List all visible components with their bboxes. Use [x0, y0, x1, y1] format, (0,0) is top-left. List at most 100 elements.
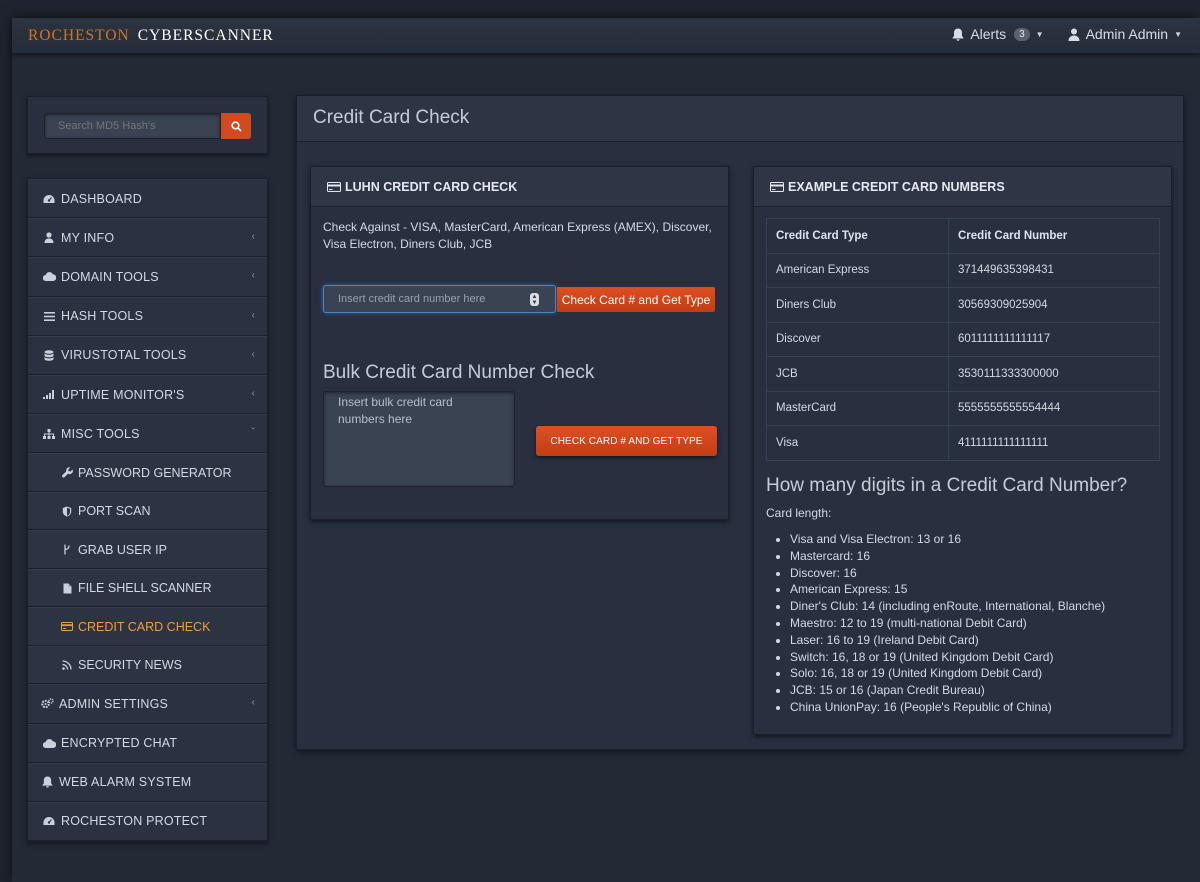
luhn-description: Check Against - VISA, MasterCard, Americ… [323, 220, 712, 251]
database-icon [42, 350, 56, 361]
sidebar-item-label: UPTIME MONITOR'S [61, 387, 185, 402]
card-length-label: Card length: [766, 506, 832, 520]
sidebar-item-web-alarm-system[interactable]: WEB ALARM SYSTEM [28, 762, 267, 802]
sidebar-item-file-shell-scanner[interactable]: FILE SHELL SCANNER [28, 568, 267, 608]
list-item: Diner's Club: 14 (including enRoute, Int… [790, 598, 1105, 615]
brand-rocheston: ROCHESTON [28, 27, 130, 44]
table-row: MasterCard 5555555555554444 [766, 390, 1160, 426]
sidebar-item-hash-tools[interactable]: HASH TOOLS ‹ [28, 296, 267, 336]
sidebar-item-grab-user-ip[interactable]: GRAB USER IP [28, 530, 267, 569]
dashboard-icon [42, 816, 56, 826]
card-number-cell: 3530111333300000 [948, 356, 1160, 392]
sidebar-item-admin-settings[interactable]: ADMIN SETTINGS ‹ [28, 684, 267, 724]
sidebar-item-label: MY INFO [61, 230, 115, 245]
card-type-cell: MasterCard [766, 390, 949, 426]
search-button[interactable] [221, 113, 251, 139]
chevron-down-icon: ˇ [251, 427, 255, 439]
sidebar-item-label: DOMAIN TOOLS [61, 269, 159, 284]
sidebar-item-domain-tools[interactable]: DOMAIN TOOLS ‹ [28, 257, 267, 297]
brand-logo[interactable]: ROCHESTON CYBERSCANNER [28, 27, 274, 47]
sidebar-item-uptime-monitors[interactable]: UPTIME MONITOR'S ‹ [28, 374, 267, 415]
column-header-number: Credit Card Number [948, 218, 1160, 254]
sidebar-item-security-news[interactable]: SECURITY NEWS [28, 645, 267, 685]
card-type-cell: JCB [766, 356, 949, 392]
main-panel: Credit Card Check LUHN CREDIT CARD CHECK… [296, 95, 1184, 750]
bulk-card-textarea[interactable]: Insert bulk credit card numbers here [323, 391, 515, 487]
sidebar-item-virustotal-tools[interactable]: VIRUSTOTAL TOOLS ‹ [28, 335, 267, 375]
list-item: Mastercard: 16 [790, 548, 1105, 565]
sidebar-item-label: ENCRYPTED CHAT [61, 736, 178, 751]
dashboard-icon [42, 194, 56, 204]
alerts-count-badge: 3 [1014, 27, 1030, 41]
alerts-dropdown[interactable]: Alerts 3 ▼ [952, 26, 1044, 42]
credit-card-number-input[interactable]: Insert credit card number here ▲ ▼ [323, 285, 556, 313]
example-numbers-card: EXAMPLE CREDIT CARD NUMBERS Credit Card … [753, 166, 1172, 735]
user-icon [42, 232, 56, 244]
file-icon [60, 583, 74, 594]
sidebar-item-label: PORT SCAN [78, 504, 151, 519]
list-item: Solo: 16, 18 or 19 (United Kingdom Debit… [790, 665, 1105, 682]
table-row: Discover 6011111111111117 [766, 321, 1160, 357]
digits-heading: How many digits in a Credit Card Number? [766, 475, 1128, 496]
sidebar-item-password-generator[interactable]: PASSWORD GENERATOR [28, 453, 267, 492]
card-number-cell: 4111111111111111 [948, 425, 1160, 461]
cc-input-placeholder: Insert credit card number here [338, 293, 486, 305]
md5-search-input[interactable] [44, 113, 221, 139]
check-card-button[interactable]: Check Card # and Get Type [557, 287, 715, 312]
bulk-textarea-placeholder: Insert bulk credit card numbers here [338, 395, 453, 426]
luhn-check-card: LUHN CREDIT CARD CHECK Check Against - V… [310, 166, 729, 520]
card-number-cell: 6011111111111117 [948, 321, 1160, 357]
luhn-card-header: LUHN CREDIT CARD CHECK [311, 167, 728, 207]
sidebar-item-label: ADMIN SETTINGS [59, 696, 169, 711]
chevron-left-icon: ‹ [251, 270, 255, 282]
brand-cyberscanner: CYBERSCANNER [137, 27, 274, 44]
sidebar-item-port-scan[interactable]: PORT SCAN [28, 491, 267, 531]
sidebar-item-credit-card-check[interactable]: CREDIT CARD CHECK [28, 607, 267, 646]
example-card-header: EXAMPLE CREDIT CARD NUMBERS [754, 167, 1171, 207]
cloud-icon [42, 272, 56, 282]
example-numbers-table: Credit Card Type Credit Card Number Amer… [766, 218, 1160, 461]
rss-icon [60, 660, 74, 670]
chevron-down-icon: ▼ [1174, 29, 1182, 39]
bulk-check-title: Bulk Credit Card Number Check [323, 362, 595, 383]
table-row: JCB 3530111333300000 [766, 356, 1160, 392]
cloud-icon [42, 738, 56, 748]
list-item: Maestro: 12 to 19 (multi-national Debit … [790, 615, 1105, 632]
sidebar-item-my-info[interactable]: MY INFO ‹ [28, 218, 267, 258]
sidebar-item-label: CREDIT CARD CHECK [78, 619, 211, 634]
card-number-cell: 30569309025904 [948, 287, 1160, 323]
user-dropdown[interactable]: Admin Admin ▼ [1068, 26, 1182, 42]
list-icon [42, 311, 56, 321]
sidebar-item-misc-tools[interactable]: MISC TOOLS ˇ [28, 414, 267, 454]
card-type-cell: Visa [766, 425, 949, 461]
bell-icon [952, 28, 964, 41]
sidebar-nav: DASHBOARD MY INFO ‹ DOMAIN TOOLS ‹ HASH … [27, 178, 268, 843]
credit-card-icon [60, 622, 74, 632]
user-icon [1068, 28, 1080, 41]
sidebar-search-panel [27, 96, 268, 154]
cogs-icon [40, 698, 54, 709]
number-stepper-icon[interactable]: ▲ ▼ [530, 293, 539, 306]
column-header-type: Credit Card Type [766, 218, 949, 254]
list-item: Laser: 16 to 19 (Ireland Debit Card) [790, 632, 1105, 649]
sidebar-item-rocheston-protect[interactable]: ROCHESTON PROTECT [28, 801, 267, 842]
bulk-check-card-button[interactable]: CHECK CARD # AND GET TYPE [536, 426, 717, 456]
alerts-label: Alerts [970, 26, 1007, 42]
sidebar-item-dashboard[interactable]: DASHBOARD [28, 179, 267, 219]
table-header-row: Credit Card Type Credit Card Number [766, 218, 1160, 254]
list-item: Switch: 16, 18 or 19 (United Kingdom Deb… [790, 649, 1105, 666]
list-item: China UnionPay: 16 (People's Republic of… [790, 699, 1105, 716]
chevron-left-icon: ‹ [251, 387, 255, 399]
sidebar-item-label: VIRUSTOTAL TOOLS [61, 348, 187, 363]
table-row: Diners Club 30569309025904 [766, 287, 1160, 323]
sitemap-icon [42, 428, 56, 439]
list-item: American Express: 15 [790, 581, 1105, 598]
sidebar-item-encrypted-chat[interactable]: ENCRYPTED CHAT [28, 723, 267, 763]
card-type-cell: Discover [766, 321, 949, 357]
chevron-down-icon: ▼ [1035, 29, 1044, 39]
chevron-left-icon: ‹ [251, 231, 255, 243]
sidebar-item-label: SECURITY NEWS [78, 658, 182, 673]
search-icon [230, 120, 242, 132]
shield-icon [60, 506, 74, 517]
example-card-title: EXAMPLE CREDIT CARD NUMBERS [788, 179, 1005, 194]
